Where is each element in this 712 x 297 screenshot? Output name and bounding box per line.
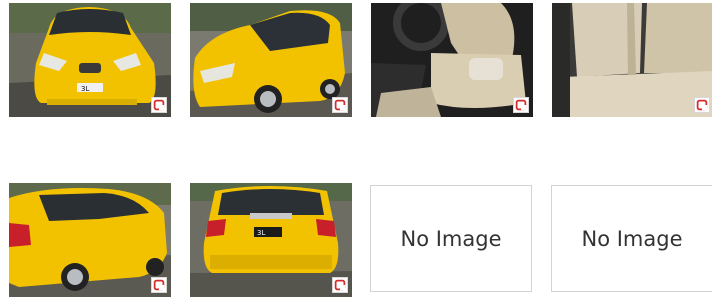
license-plate-text: 3L <box>81 85 89 93</box>
license-plate-text: 3L <box>257 229 265 237</box>
rear-side-view-photo[interactable] <box>9 183 171 297</box>
driver-seat-interior-photo[interactable] <box>371 3 533 117</box>
no-image-label: No Image <box>400 226 502 251</box>
no-image-placeholder: No Image <box>370 185 532 292</box>
gallery-badge-icon <box>151 97 167 113</box>
gallery-badge-icon <box>151 277 167 293</box>
rear-seat-interior-photo[interactable] <box>552 3 712 117</box>
gallery-badge-icon <box>332 97 348 113</box>
front-view-photo[interactable]: 3L <box>9 3 171 117</box>
rear-view-photo[interactable]: 3L <box>190 183 352 297</box>
no-image-label: No Image <box>581 226 683 251</box>
front-side-view-photo[interactable] <box>190 3 352 117</box>
gallery-badge-icon <box>513 97 529 113</box>
gallery-badge-icon <box>332 277 348 293</box>
gallery-badge-icon <box>694 97 710 113</box>
no-image-placeholder: No Image <box>551 185 712 292</box>
